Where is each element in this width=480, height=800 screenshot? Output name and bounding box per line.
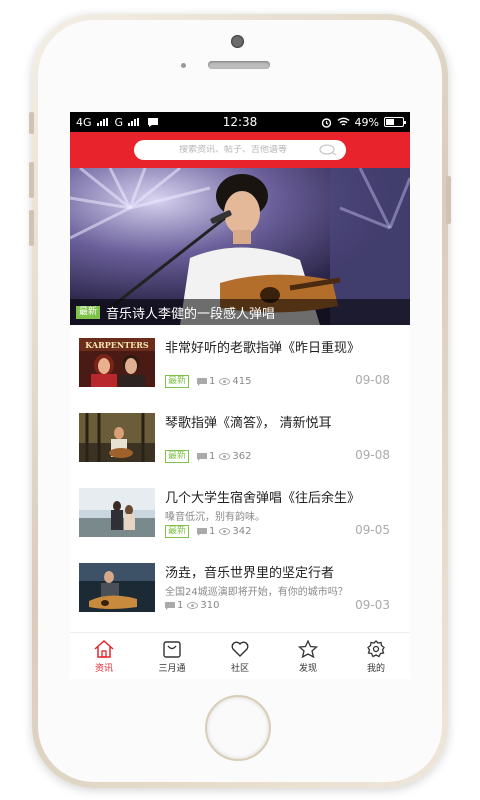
news-list: KARPENTERS 非常好听的老歌指弹《昨日重现》 最新 1 415 09-0… xyxy=(70,325,410,625)
tab-discover[interactable]: 发现 xyxy=(274,633,342,679)
banner-caption: 最新 音乐诗人李健的一段感人弹唱 xyxy=(70,299,410,325)
comment-count: 1 xyxy=(177,600,184,611)
news-title: 非常好听的老歌指弹《昨日重现》 xyxy=(165,341,361,356)
news-meta: 最新 1 342 xyxy=(165,525,251,538)
home-button[interactable] xyxy=(205,695,271,761)
news-meta: 最新 1 362 xyxy=(165,450,251,463)
bag-icon xyxy=(163,641,181,658)
tab-label: 发现 xyxy=(298,664,317,674)
news-item[interactable]: 琴歌指弹《滴答》， 清新悦耳 最新 1 362 09-08 xyxy=(70,400,410,475)
app-screen: 4G G 12:38 49% 搜索资讯、帖子、吉他谱等 最新 音乐诗人李健的一段… xyxy=(70,112,410,679)
news-meta: 1 310 xyxy=(165,600,219,611)
news-title: 几个大学生宿舍弹唱《往后余生》 xyxy=(165,491,361,506)
news-thumbnail xyxy=(79,563,155,612)
views-icon xyxy=(219,378,231,385)
search-input[interactable] xyxy=(148,145,318,155)
front-camera xyxy=(231,35,244,48)
search-box[interactable] xyxy=(134,140,346,160)
tab-me[interactable]: 我的 xyxy=(342,633,410,679)
status-time: 12:38 xyxy=(222,115,258,129)
news-thumbnail xyxy=(79,488,155,537)
featured-banner[interactable]: 最新 音乐诗人李健的一段感人弹唱 xyxy=(70,168,410,325)
view-count: 362 xyxy=(232,451,252,462)
volume-down-button xyxy=(29,210,34,246)
search-icon[interactable] xyxy=(318,144,338,156)
tab-sanyuetong[interactable]: 三月通 xyxy=(138,633,206,679)
power-button xyxy=(446,176,451,224)
view-count: 342 xyxy=(232,526,252,537)
comment-icon xyxy=(197,527,208,536)
comment-icon xyxy=(165,601,175,610)
tab-news[interactable]: 资讯 xyxy=(70,633,138,679)
comment-icon xyxy=(197,452,208,461)
status-bar: 4G G 12:38 49% xyxy=(70,112,410,132)
news-item[interactable]: KARPENTERS 非常好听的老歌指弹《昨日重现》 最新 1 415 09-0… xyxy=(70,325,410,400)
new-badge: 最新 xyxy=(165,525,190,538)
new-badge: 最新 xyxy=(165,375,190,388)
news-subtitle: 嗓音低沉，别有韵味。 xyxy=(165,512,265,523)
earpiece-speaker xyxy=(208,61,270,69)
volume-up-button xyxy=(29,162,34,198)
bottom-tab-bar: 资讯 三月通 社区 发现 我的 xyxy=(70,632,410,679)
banner-title: 音乐诗人李健的一段感人弹唱 xyxy=(106,306,276,322)
comment-count: 1 xyxy=(209,526,216,537)
battery-icon xyxy=(384,117,406,127)
mute-switch xyxy=(29,112,34,134)
proximity-sensor xyxy=(181,63,186,68)
news-thumbnail xyxy=(79,413,155,462)
views-icon xyxy=(219,528,231,535)
new-badge: 最新 xyxy=(165,450,190,463)
news-date: 09-08 xyxy=(355,373,390,387)
news-subtitle: 全国24城巡演即将开始，有你的城市吗？ xyxy=(165,587,348,598)
news-date: 09-08 xyxy=(355,448,390,462)
tab-label: 三月通 xyxy=(158,664,186,674)
news-title: 汤垚，音乐世界里的坚定行者 xyxy=(165,566,335,581)
settings-icon xyxy=(367,640,385,658)
views-icon xyxy=(187,602,199,609)
comment-count: 1 xyxy=(209,451,216,462)
comment-count: 1 xyxy=(209,376,216,387)
header-bar xyxy=(70,132,410,168)
view-count: 415 xyxy=(232,376,252,387)
heart-icon xyxy=(231,641,249,657)
view-count: 310 xyxy=(200,600,220,611)
tab-label: 我的 xyxy=(366,664,385,674)
comment-icon xyxy=(197,377,208,386)
news-item[interactable]: 几个大学生宿舍弹唱《往后余生》 嗓音低沉，别有韵味。 最新 1 342 09-0… xyxy=(70,475,410,550)
views-icon xyxy=(219,453,231,460)
star-icon xyxy=(298,640,318,658)
home-icon xyxy=(94,640,114,658)
news-thumbnail: KARPENTERS xyxy=(79,338,155,387)
news-item[interactable]: 汤垚，音乐世界里的坚定行者 全国24城巡演即将开始，有你的城市吗？ 1 310 … xyxy=(70,550,410,625)
news-date: 09-05 xyxy=(355,523,390,537)
tab-label: 社区 xyxy=(230,664,249,674)
news-title: 琴歌指弹《滴答》， 清新悦耳 xyxy=(165,416,332,431)
news-meta: 最新 1 415 xyxy=(165,375,251,388)
tab-community[interactable]: 社区 xyxy=(206,633,274,679)
news-date: 09-03 xyxy=(355,598,390,612)
tab-label: 资讯 xyxy=(94,664,113,674)
battery-fill xyxy=(386,119,394,125)
banner-new-badge: 最新 xyxy=(76,305,101,319)
thumbnail-brand-text: KARPENTERS xyxy=(85,340,149,350)
